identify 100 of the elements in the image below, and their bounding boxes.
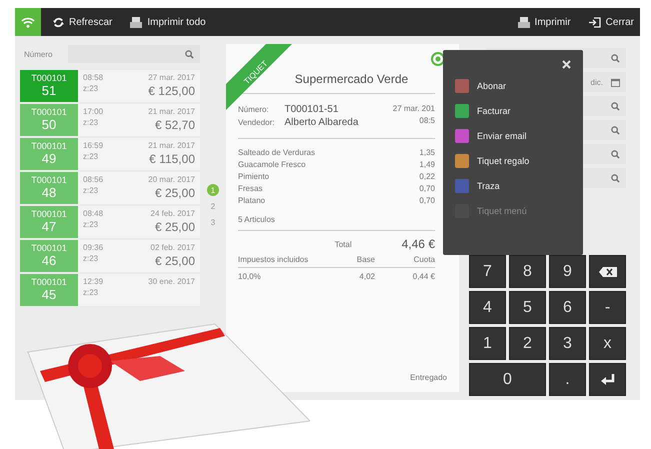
keypad-key[interactable]: x bbox=[589, 327, 626, 360]
menu-item[interactable]: Traza bbox=[455, 176, 583, 195]
ticket-date: 21 mar. 2017 bbox=[148, 141, 195, 150]
ticket-time: 17:00 bbox=[83, 107, 104, 116]
printer-icon bbox=[130, 16, 142, 28]
item-price: 0,22 bbox=[419, 171, 435, 183]
refresh-icon bbox=[53, 16, 64, 28]
menu-item[interactable]: Enviar email bbox=[455, 126, 583, 145]
ticket-amount: € 25,00 bbox=[154, 254, 195, 268]
ticket-row[interactable]: T000101 49 16:59 z:23 21 mar. 2017 € 115,00 bbox=[20, 138, 200, 170]
menu-item[interactable]: Tiquet regalo bbox=[455, 151, 583, 170]
ticket-zone: z:23 bbox=[83, 152, 100, 161]
ticket-number-badge: T000101 45 bbox=[20, 274, 78, 306]
ticket-time: 16:59 bbox=[83, 141, 104, 150]
ticket-number-badge: T000101 49 bbox=[20, 138, 78, 170]
number-label: Número: bbox=[238, 105, 270, 114]
toolbar-button[interactable]: Cerrar bbox=[582, 16, 640, 28]
receipt-number: T000101-51 bbox=[284, 104, 340, 115]
ticket-amount: € 115,00 bbox=[149, 152, 195, 166]
search-field[interactable] bbox=[68, 45, 200, 63]
backspace-icon bbox=[598, 266, 616, 276]
search-icon bbox=[611, 174, 620, 182]
exit-icon bbox=[588, 16, 601, 28]
tax-cell-text: 4,02 bbox=[358, 272, 375, 281]
ticket-row[interactable]: T000101 50 17:00 z:23 21 mar. 2017 € 52,70 bbox=[20, 104, 200, 136]
ticket-zone: z:23 bbox=[83, 118, 100, 127]
ticket-number-badge: T000101 46 bbox=[20, 240, 78, 272]
keypad-key[interactable]: 5 bbox=[509, 291, 546, 324]
ticket-date: 21 mar. 2017 bbox=[148, 107, 195, 116]
search-icon bbox=[611, 54, 620, 62]
search-icon bbox=[611, 102, 620, 110]
search-icon bbox=[185, 50, 194, 58]
ticket-time: 08:58 bbox=[83, 73, 104, 82]
keypad-key[interactable]: 2 bbox=[509, 327, 546, 360]
ticket-zone: z:23 bbox=[83, 288, 100, 297]
keypad-key[interactable]: 8 bbox=[509, 255, 546, 288]
item-name: Salteado de Verduras bbox=[238, 147, 315, 159]
ticket-row[interactable]: T000101 46 09:36 z:23 02 feb. 2017 € 25,00 bbox=[20, 240, 200, 272]
keypad-key[interactable]: 1 bbox=[469, 327, 506, 360]
keypad-key[interactable]: 3 bbox=[549, 327, 586, 360]
item-name: Pimiento bbox=[238, 171, 270, 183]
toolbar-button[interactable]: Imprimir todo bbox=[124, 16, 212, 28]
receipt-date: 27 mar. 201 bbox=[392, 104, 435, 113]
total-label: Total bbox=[334, 240, 352, 248]
seller-label: Vendedor: bbox=[238, 118, 274, 127]
item-name: Platano bbox=[238, 195, 266, 207]
ticket-amount: € 25,00 bbox=[154, 186, 195, 200]
ticket-row[interactable]: T000101 48 08:56 z:23 20 mar. 2017 € 25,00 bbox=[20, 172, 200, 204]
ticket-time: 12:39 bbox=[83, 277, 104, 286]
keypad-key[interactable]: 0 bbox=[469, 363, 546, 396]
ticket-time: 09:36 bbox=[83, 243, 104, 252]
enter-icon bbox=[600, 374, 614, 386]
ticket-number-badge: T000101 51 bbox=[20, 70, 78, 102]
item-count: 5 Articulos bbox=[238, 215, 435, 231]
close-icon[interactable] bbox=[562, 60, 571, 69]
keypad-key[interactable]: 7 bbox=[469, 255, 506, 288]
menu-item[interactable]: Facturar bbox=[455, 101, 583, 120]
ticket-date: 20 mar. 2017 bbox=[148, 175, 195, 184]
keypad-key[interactable]: 4 bbox=[469, 291, 506, 324]
toolbar-button[interactable]: Imprimir bbox=[512, 16, 577, 28]
ticket-amount: € 125,00 bbox=[148, 84, 195, 98]
status-text: Entregado bbox=[410, 373, 447, 382]
search-icon bbox=[611, 126, 620, 134]
ticket-date: 02 feb. 2017 bbox=[150, 243, 195, 252]
search-icon bbox=[611, 150, 620, 158]
ticket-number-badge: T000101 48 bbox=[20, 172, 78, 204]
item-name: Fresas bbox=[238, 183, 262, 195]
seller-name: Alberto Albareda bbox=[284, 117, 358, 128]
toolbar-button[interactable]: Refrescar bbox=[47, 16, 118, 28]
total-amount: 4,46 € bbox=[402, 237, 435, 251]
keypad-key[interactable]: - bbox=[589, 291, 626, 324]
item-price: 0,70 bbox=[419, 195, 435, 207]
ticket-zone: z:23 bbox=[83, 84, 100, 93]
keypad-key[interactable] bbox=[589, 255, 626, 288]
ticket-amount: € 25,00 bbox=[154, 220, 195, 234]
menu-item[interactable]: Abonar bbox=[455, 76, 583, 95]
calendar-icon bbox=[611, 78, 620, 86]
ticket-zone: z:23 bbox=[83, 220, 100, 229]
keypad-key[interactable] bbox=[589, 363, 626, 396]
item-price: 0,70 bbox=[419, 183, 435, 195]
item-name: Guacamole Fresco bbox=[238, 159, 306, 171]
tax-header: Cuota bbox=[375, 255, 435, 268]
target-icon[interactable] bbox=[431, 52, 445, 66]
ticket-date: 24 feb. 2017 bbox=[150, 209, 195, 218]
keypad-key[interactable]: . bbox=[549, 363, 586, 396]
printer-icon bbox=[518, 16, 530, 28]
ticket-time: 08:56 bbox=[83, 175, 104, 184]
keypad-key[interactable]: 9 bbox=[549, 255, 586, 288]
keypad-key[interactable]: 6 bbox=[549, 291, 586, 324]
ticket-row[interactable]: T000101 47 08:48 z:23 24 feb. 2017 € 25,00 bbox=[20, 206, 200, 238]
tax-header: Impuestos incluidos bbox=[238, 255, 315, 268]
ticket-number-badge: T000101 47 bbox=[20, 206, 78, 238]
ticket-row[interactable]: T000101 51 08:58 z:23 27 mar. 2017 € 125,00 bbox=[20, 70, 200, 102]
item-price: 1,49 bbox=[419, 159, 435, 171]
ticket-date: 30 ene. 2017 bbox=[148, 277, 195, 286]
ticket-time: 08:48 bbox=[83, 209, 104, 218]
receipt-time: 08:5 bbox=[419, 116, 435, 125]
tax-cell-text: 0,44 € bbox=[412, 272, 435, 281]
ticket-amount: € 52,70 bbox=[154, 118, 195, 132]
tax-cell-text: 10,0% bbox=[238, 272, 262, 281]
